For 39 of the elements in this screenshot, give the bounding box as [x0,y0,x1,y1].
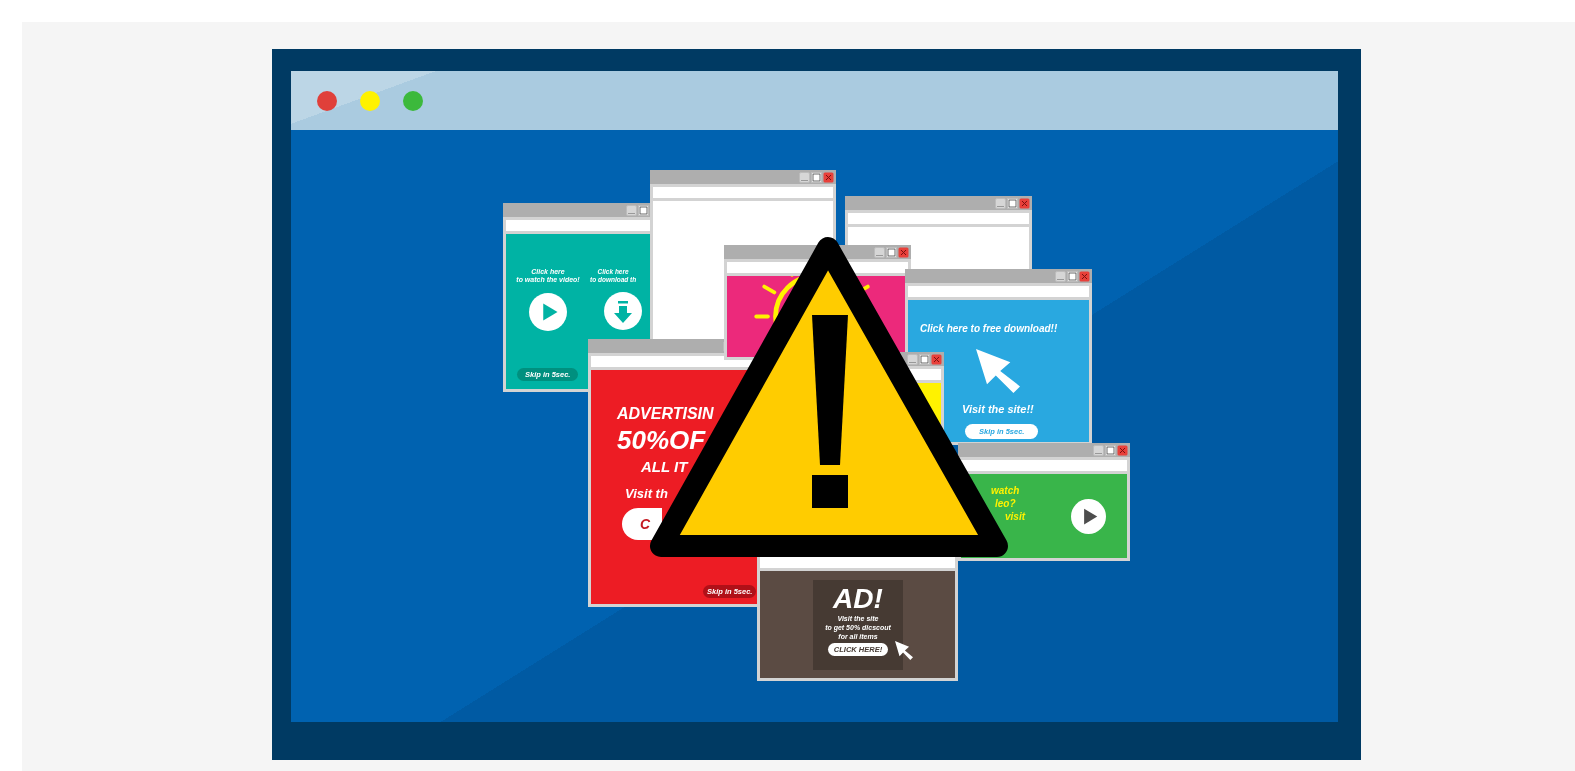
close-icon[interactable] [823,171,834,183]
ad-text: Click here to free download!! [920,323,1059,335]
close-icon[interactable] [1079,270,1090,282]
maximize-icon[interactable] [919,353,930,365]
maximize-icon[interactable] [811,171,822,183]
minimize-icon[interactable] [874,246,885,258]
maximize-icon[interactable] [1007,197,1018,209]
ad-text: Visit th [625,486,669,502]
close-icon[interactable] [1117,444,1128,456]
ad-text: ADVERTISIN [617,404,715,424]
cursor-arrow-icon [895,641,913,660]
download-icon [604,291,642,330]
play-icon [1071,498,1106,534]
ad-text: watch [991,484,1021,497]
maximize-icon[interactable] [1105,444,1116,456]
close-icon[interactable] [898,246,909,258]
ad-text: visit [1005,510,1025,523]
cursor-arrow-icon [976,349,1020,393]
minimize-icon[interactable] [1093,444,1104,456]
ad-text: leo? [995,497,1017,510]
ad-title: AD! [833,584,883,614]
call-to-action-button[interactable]: C [622,507,662,540]
maximize-icon[interactable] [886,246,897,258]
minimize-icon[interactable] [907,353,918,365]
ad-text: Visit the site!! [962,403,1035,417]
maximize-icon[interactable] [1067,270,1078,282]
minimize-icon[interactable] [1055,270,1066,282]
minimize-icon[interactable] [799,171,810,183]
close-icon[interactable] [1019,197,1030,209]
window-control-dot[interactable] [360,90,380,111]
ad-text: ALL IT [641,458,690,477]
window-control-dot[interactable] [403,90,423,111]
minimize-icon[interactable] [995,197,1006,209]
close-icon[interactable] [931,353,942,365]
ad-text: 50%OF [617,425,707,457]
play-icon [529,292,567,331]
minimize-icon[interactable] [626,204,637,216]
window-control-dot[interactable] [317,90,337,111]
maximize-icon[interactable] [638,204,649,216]
